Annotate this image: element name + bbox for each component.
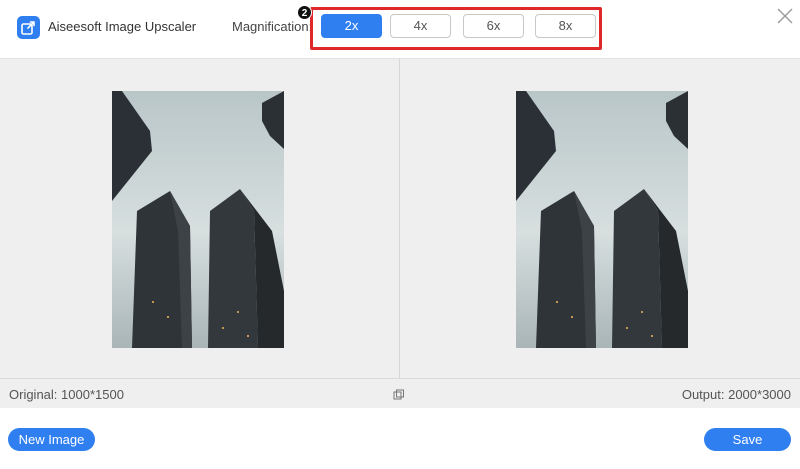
header-bar: Aiseesoft Image Upscaler Magnification: …	[0, 0, 800, 58]
preview-divider	[399, 59, 400, 379]
footer-bar: New Image Save	[0, 408, 800, 469]
original-size-label: Original: 1000*1500	[9, 387, 124, 402]
step-badge: 2	[297, 5, 312, 20]
app-title: Aiseesoft Image Upscaler	[48, 19, 197, 34]
info-bar: Original: 1000*1500 Output: 2000*3000	[0, 378, 800, 408]
preview-area	[0, 58, 800, 379]
magnification-label: Magnification:	[232, 19, 313, 34]
original-image	[112, 91, 284, 348]
magnification-8x-button[interactable]: 8x	[535, 14, 596, 38]
new-image-button[interactable]: New Image	[8, 428, 95, 451]
app-logo-icon	[17, 16, 40, 39]
compare-icon[interactable]	[393, 388, 405, 400]
save-button[interactable]: Save	[704, 428, 791, 451]
output-size-label: Output: 2000*3000	[681, 387, 791, 402]
close-icon[interactable]	[776, 7, 794, 25]
magnification-2x-button[interactable]: 2x	[321, 14, 382, 38]
magnification-6x-button[interactable]: 6x	[463, 14, 524, 38]
magnification-4x-button[interactable]: 4x	[390, 14, 451, 38]
output-image	[516, 91, 688, 348]
